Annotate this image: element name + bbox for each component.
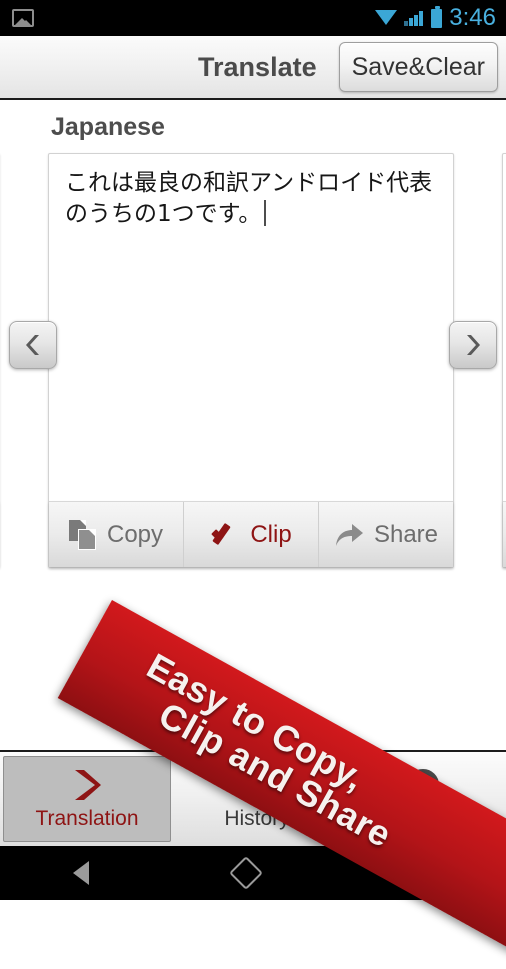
chevron-right-icon (463, 334, 483, 356)
share-button[interactable]: Share (319, 502, 453, 567)
arrow-right-icon (67, 767, 107, 803)
lang-label-japanese: Japanese (51, 113, 165, 141)
clip-button[interactable]: Clip (184, 502, 319, 567)
next-page-button[interactable] (449, 321, 497, 369)
text-caret (264, 200, 267, 227)
card-action-bar-japanese: Copy Clip Share (49, 501, 453, 567)
page-title: Translate (198, 51, 317, 82)
share-label: Share (373, 520, 439, 548)
copy-label: Copy (106, 520, 164, 548)
check-icon (210, 522, 240, 548)
status-bar-right: 3:46 (375, 4, 496, 32)
translation-pager[interactable]: e Japanese これは最良の和訳アンドロイド代表のうちの1つです。 Cop… (0, 100, 506, 750)
wifi-icon (375, 10, 398, 26)
share-icon (334, 522, 364, 548)
chevron-left-icon (23, 334, 43, 356)
action-bar: Translate Save&Clear (0, 36, 506, 100)
clip-label: Clip (250, 520, 292, 548)
status-bar-clock: 3:46 (449, 4, 496, 31)
pager-track: e Japanese これは最良の和訳アンドロイド代表のうちの1つです。 Cop… (0, 100, 506, 570)
lang-label-english: English (502, 100, 506, 155)
tab-translation-label: Translation (35, 807, 139, 830)
previous-page-button[interactable] (9, 321, 57, 369)
translation-card-japanese[interactable]: これは最良の和訳アンドロイド代表のうちの1つです。 Copy Clip Shar… (48, 153, 454, 568)
back-icon[interactable] (72, 861, 89, 885)
copy-icon (68, 519, 97, 550)
translation-text-value: これは最良の和訳アンドロイド代表のうちの1つです。 (65, 170, 433, 228)
tab-translation[interactable]: Translation (3, 756, 171, 842)
translation-card-english[interactable]: T J r (502, 153, 506, 568)
translation-text-japanese[interactable]: これは最良の和訳アンドロイド代表のうちの1つです。 (49, 154, 453, 501)
image-icon (12, 9, 34, 27)
pager-page-japanese[interactable]: Japanese これは最良の和訳アンドロイド代表のうちの1つです。 Copy … (0, 100, 454, 570)
signal-icon (404, 10, 424, 26)
copy-button[interactable]: Copy (49, 502, 184, 567)
home-icon[interactable] (229, 856, 263, 890)
status-bar: 3:46 (0, 0, 506, 36)
save-and-clear-button[interactable]: Save&Clear (338, 42, 498, 92)
battery-icon (431, 5, 443, 28)
status-bar-left (12, 9, 375, 27)
